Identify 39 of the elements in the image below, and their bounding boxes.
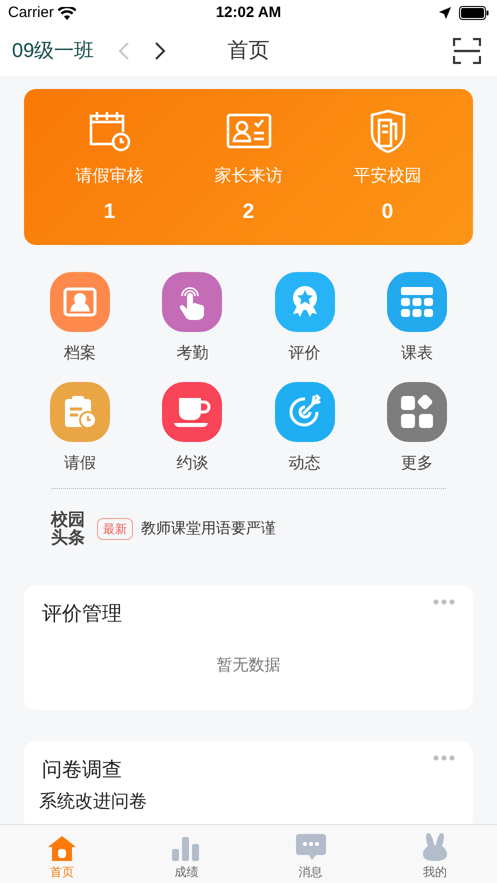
bar-chart-icon: [172, 837, 200, 861]
clipboard-clock-icon: [63, 395, 98, 429]
home-icon: [47, 835, 78, 861]
clock-time: 12:02 AM: [216, 2, 282, 23]
apps-icon: [400, 395, 434, 429]
empty-message: 暂无数据: [216, 656, 280, 676]
shortcut-button[interactable]: 课表: [360, 272, 473, 366]
headline-text[interactable]: 教师课堂用语要严谨: [141, 518, 276, 540]
chevron-left-icon[interactable]: [118, 41, 130, 61]
portrait-icon: [63, 287, 98, 317]
shortcut-button[interactable]: 评价: [248, 272, 361, 366]
shortcut-button[interactable]: 动态: [248, 382, 361, 476]
card-title: 问卷调查: [42, 758, 122, 783]
headline-logo: 校园 头条: [51, 511, 85, 547]
shortcut-button[interactable]: 请假: [24, 382, 136, 476]
battery-icon: [459, 6, 489, 20]
rabbit-icon: [422, 833, 447, 861]
shortcut-button[interactable]: 档案: [24, 272, 136, 366]
scan-icon[interactable]: [453, 38, 481, 64]
tab-item[interactable]: 成绩: [124, 825, 248, 883]
tab-item[interactable]: 消息: [248, 825, 373, 883]
cup-icon: [173, 396, 212, 428]
page-title: 首页: [228, 38, 270, 64]
carrier-label: Carrier: [8, 2, 54, 23]
new-badge: 最新: [97, 518, 133, 540]
survey-item[interactable]: 系统改进问卷: [39, 788, 455, 815]
chat-bubble-icon: [296, 834, 326, 861]
grid-table-icon: [400, 286, 434, 318]
chevron-right-icon[interactable]: [154, 41, 166, 61]
shortcut-button[interactable]: 约谈: [136, 382, 248, 476]
location-arrow-icon: [439, 7, 451, 19]
card-title: 评价管理: [42, 602, 122, 627]
class-name[interactable]: 09级一班: [12, 36, 94, 66]
wifi-icon: [58, 6, 76, 20]
more-options-icon[interactable]: [433, 599, 455, 605]
shortcut-button[interactable]: 考勤: [136, 272, 248, 366]
tab-item[interactable]: 我的: [372, 825, 497, 883]
more-options-icon[interactable]: [433, 755, 455, 761]
shortcut-button[interactable]: 更多: [360, 382, 473, 476]
